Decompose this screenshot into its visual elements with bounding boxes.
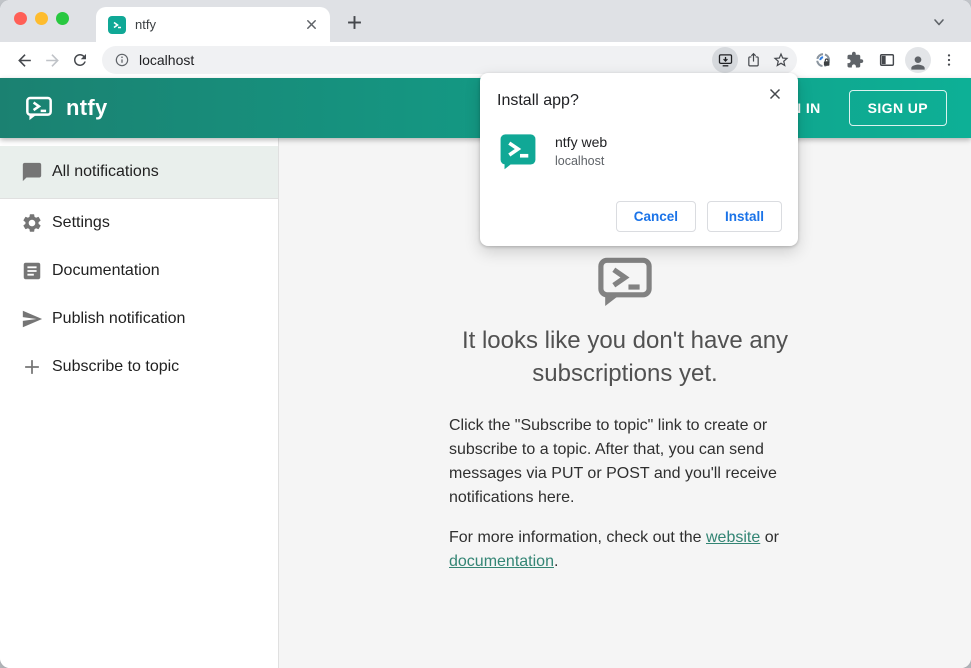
site-info-icon[interactable] (114, 52, 130, 68)
tab-title: ntfy (135, 17, 156, 32)
browser-tab-ntfy[interactable]: ntfy (96, 7, 330, 42)
browser-window: ntfy localhost ntfy IN SIGN UP All notif… (0, 0, 971, 668)
install-button[interactable]: Install (706, 201, 782, 232)
forward-icon[interactable] (38, 46, 66, 74)
sidebar-item-all-notifications[interactable]: All notifications (0, 146, 278, 199)
close-window-button[interactable] (14, 12, 27, 25)
send-icon (20, 307, 44, 331)
install-dialog-title: Install app? (497, 92, 579, 109)
sidebar-item-publish-notification[interactable]: Publish notification (0, 295, 278, 343)
address-bar[interactable]: localhost (102, 46, 797, 74)
sidebar-item-documentation[interactable]: Documentation (0, 247, 278, 295)
back-icon[interactable] (10, 46, 38, 74)
sidebar-item-label: Settings (52, 214, 110, 231)
gear-icon (20, 211, 44, 235)
empty-state-heading: It looks like you don't have any subscri… (461, 327, 789, 387)
install-app-origin: localhost (555, 154, 605, 168)
navigation-sidebar: All notifications Settings Documentation (0, 138, 279, 668)
privacy-extension-icon[interactable] (809, 46, 837, 74)
ntfy-favicon (108, 15, 126, 34)
tab-close-icon[interactable] (302, 16, 320, 34)
profile-avatar[interactable] (905, 47, 931, 73)
tab-search-chevron-icon[interactable] (929, 12, 949, 32)
ntfy-app-icon (500, 134, 536, 170)
info-text: . (553, 553, 559, 570)
chat-bubble-icon (20, 160, 44, 184)
side-panel-icon[interactable] (873, 46, 901, 74)
sidebar-item-label: All notifications (52, 163, 159, 180)
bookmark-star-icon[interactable] (768, 47, 794, 73)
info-text: or (760, 529, 779, 546)
url-text[interactable]: localhost (139, 52, 710, 68)
close-icon[interactable] (765, 84, 785, 104)
sign-up-button[interactable]: SIGN UP (848, 90, 947, 126)
sidebar-item-subscribe-to-topic[interactable]: Subscribe to topic (0, 343, 278, 391)
reload-icon[interactable] (66, 46, 94, 74)
sidebar-item-label: Publish notification (52, 310, 186, 327)
ntfy-logo-icon-large (598, 257, 652, 306)
sidebar-item-label: Documentation (52, 262, 160, 279)
sidebar-item-settings[interactable]: Settings (0, 199, 278, 247)
website-link[interactable]: website (706, 529, 760, 546)
empty-state-paragraph: Click the "Subscribe to topic" link to c… (449, 417, 777, 506)
install-dialog-actions: Cancel Install (615, 201, 782, 232)
minimize-window-button[interactable] (35, 12, 48, 25)
install-app-dialog: Install app? ntfy web localhost Cancel I… (480, 73, 798, 246)
extensions-area (809, 46, 963, 74)
documentation-link[interactable]: documentation (449, 553, 554, 570)
zoom-window-button[interactable] (56, 12, 69, 25)
share-icon[interactable] (740, 47, 766, 73)
sidebar-item-label: Subscribe to topic (52, 358, 180, 375)
new-tab-button[interactable] (342, 10, 366, 34)
menu-dots-icon[interactable] (935, 46, 963, 74)
tab-strip: ntfy (0, 0, 971, 42)
install-app-name: ntfy web (555, 134, 608, 150)
install-pwa-icon[interactable] (712, 47, 738, 73)
ntfy-logo-icon (24, 93, 54, 123)
empty-state-links-paragraph: For more information, check out the webs… (449, 526, 801, 574)
info-text: For more information, check out the (449, 529, 706, 546)
article-icon (20, 259, 44, 283)
macos-traffic-lights (14, 12, 69, 25)
install-dialog-app-row: ntfy web localhost (499, 132, 607, 170)
app-title: ntfy (66, 95, 108, 120)
cancel-button[interactable]: Cancel (615, 201, 696, 232)
plus-icon (20, 355, 44, 379)
extensions-puzzle-icon[interactable] (841, 46, 869, 74)
